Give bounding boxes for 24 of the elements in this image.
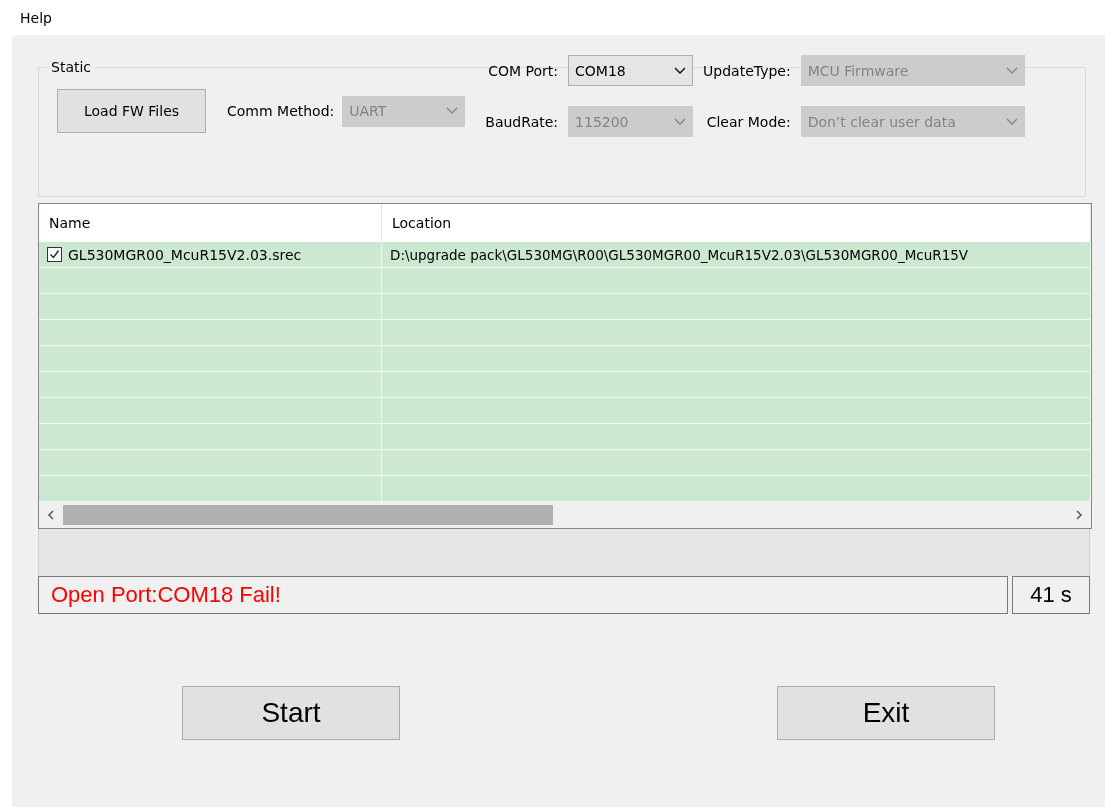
load-files-button[interactable]: Load FW Files bbox=[57, 89, 206, 133]
field-label: Comm Method: bbox=[227, 103, 335, 119]
file-name: GL530MGR00_McuR15V2.03.srec bbox=[68, 246, 302, 263]
field-label: BaudRate: bbox=[485, 114, 559, 130]
field-label: Clear Mode: bbox=[706, 114, 791, 130]
exit-button[interactable]: Exit bbox=[777, 686, 995, 740]
field-label: UpdateType: bbox=[703, 63, 791, 79]
scrollbar-thumb[interactable] bbox=[63, 505, 553, 525]
field-label: COM Port: bbox=[488, 63, 559, 79]
status-message: Open Port:COM18 Fail! bbox=[38, 576, 1008, 614]
menu-item[interactable]: Help bbox=[20, 9, 52, 26]
chevron-down-icon bbox=[446, 107, 459, 115]
chevron-down-icon bbox=[1005, 66, 1018, 75]
group-title: Static bbox=[50, 59, 93, 75]
file-location: D:\upgrade pack\GL530MG\R00\GL530MGR00_McuR15V2.03\GL530MGR00_McuR15V bbox=[390, 246, 969, 263]
chevron-down-icon bbox=[674, 117, 687, 126]
checkbox[interactable] bbox=[47, 247, 62, 262]
horizontal-scrollbar[interactable] bbox=[39, 502, 1091, 528]
chevron-down-icon bbox=[1005, 117, 1018, 126]
chevron-down-icon bbox=[674, 66, 687, 75]
start-button[interactable]: Start bbox=[182, 686, 400, 740]
elapsed-time: 41 s bbox=[1012, 576, 1090, 614]
dropdown[interactable]: COM18 bbox=[568, 55, 694, 86]
table-row[interactable]: GL530MGR00_McuR15V2.03.srec D:\upgrade pack\GL530MG\R00\GL530MGR00_McuR15V2.03\GL530MGR00_McuR15V bbox=[39, 242, 1091, 268]
